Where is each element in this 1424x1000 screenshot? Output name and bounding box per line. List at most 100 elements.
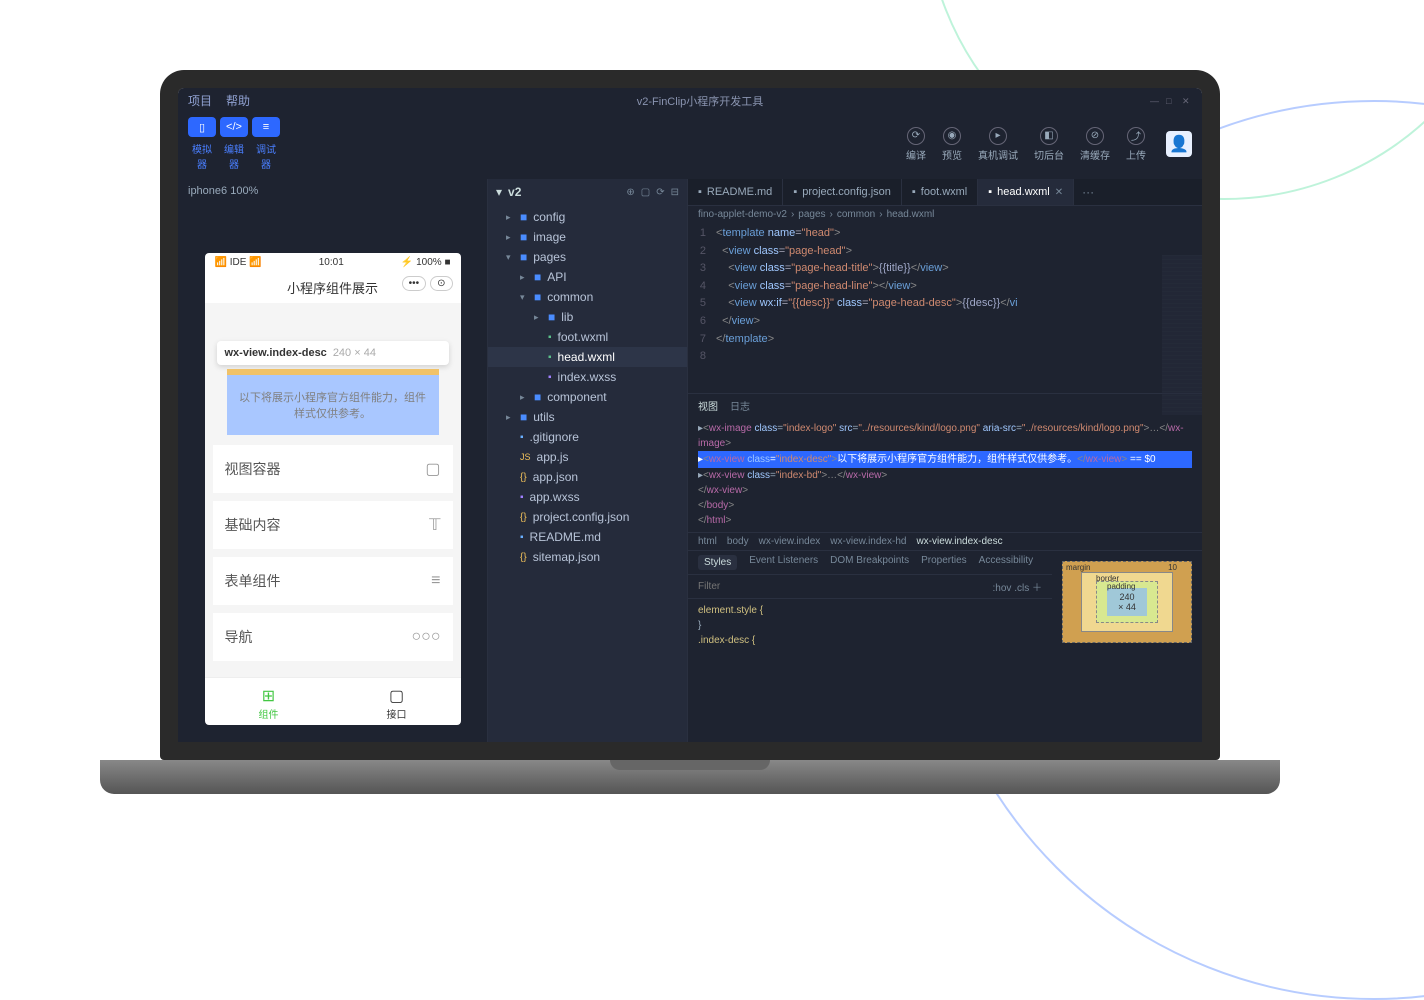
dom-crumb-item[interactable]: wx-view.index: [759, 536, 821, 547]
new-file-icon[interactable]: ⊕: [626, 187, 634, 198]
tree-item[interactable]: ▸■utils: [488, 407, 687, 427]
tree-item[interactable]: ▸■API: [488, 267, 687, 287]
editor-tab[interactable]: ▪README.md: [688, 179, 783, 205]
style-tab[interactable]: Properties: [921, 555, 967, 570]
tabs-more[interactable]: ···: [1074, 179, 1102, 205]
dom-node[interactable]: ▸<wx-image class="index-logo" src="../re…: [698, 421, 1192, 451]
dom-inspector[interactable]: ▸<wx-image class="index-logo" src="../re…: [688, 417, 1202, 532]
file-json-icon: {}: [520, 552, 527, 563]
dom-node-selected[interactable]: ▸<wx-view class="index-desc">以下将展示小程序官方组…: [698, 451, 1192, 468]
code-editor[interactable]: 1<template name="head">2 <view class="pa…: [688, 223, 1202, 368]
menu-project[interactable]: 项目: [188, 92, 212, 109]
avatar[interactable]: 👤: [1166, 131, 1192, 157]
code-line[interactable]: 6 </view>: [688, 313, 1202, 331]
new-folder-icon[interactable]: ▢: [641, 187, 650, 198]
tree-item[interactable]: ▾■pages: [488, 247, 687, 267]
tab-component[interactable]: ⊞组件: [205, 678, 333, 725]
filter-input[interactable]: [698, 579, 993, 594]
tree-item[interactable]: ▪app.wxss: [488, 487, 687, 507]
dom-crumb-item[interactable]: wx-view.index-hd: [830, 536, 906, 547]
selected-element[interactable]: 以下将展示小程序官方组件能力，组件样式仅供参考。: [227, 369, 439, 435]
tool-background[interactable]: ◧切后台: [1030, 127, 1068, 162]
css-rules[interactable]: element.style {}.index-desc {</span></di…: [688, 599, 1052, 652]
tree-item[interactable]: ▪.gitignore: [488, 427, 687, 447]
editor-tab[interactable]: ▪project.config.json: [783, 179, 902, 205]
dom-crumb-item[interactable]: wx-view.index-desc: [916, 536, 1002, 547]
dom-node[interactable]: </body>: [698, 498, 1192, 513]
close-capsule[interactable]: ⊙: [430, 276, 452, 291]
editor-tab[interactable]: ▪foot.wxml: [902, 179, 978, 205]
tool-preview[interactable]: ◉预览: [938, 127, 966, 162]
file-md-icon: ▪: [520, 432, 524, 443]
devtools-tab-log[interactable]: 日志: [730, 398, 750, 413]
dom-node[interactable]: </wx-view>: [698, 483, 1192, 498]
menu-item[interactable]: 导航○○○: [213, 613, 453, 661]
editor-tab[interactable]: ▪head.wxml✕: [978, 179, 1074, 205]
code-line[interactable]: 8: [688, 348, 1202, 366]
mode-simulator-button[interactable]: ▯: [188, 117, 216, 137]
tool-upload[interactable]: ⤴上传: [1122, 127, 1150, 162]
tree-item[interactable]: JSapp.js: [488, 447, 687, 467]
tree-item[interactable]: ▪head.wxml: [488, 347, 687, 367]
clear-icon: ⊘: [1086, 127, 1104, 145]
breadcrumb-item[interactable]: head.wxml: [887, 209, 935, 220]
menu-item[interactable]: 视图容器▢: [213, 445, 453, 493]
code-line[interactable]: 1<template name="head">: [688, 225, 1202, 243]
minimize-icon[interactable]: —: [1150, 96, 1160, 106]
tool-remote[interactable]: ▸真机调试: [974, 127, 1022, 162]
maximize-icon[interactable]: □: [1166, 96, 1176, 106]
filter-actions[interactable]: :hov .cls ＋: [993, 579, 1042, 594]
tab-api[interactable]: ▢接口: [333, 678, 461, 725]
dom-node[interactable]: </html>: [698, 513, 1192, 528]
tool-clear[interactable]: ⊘清缓存: [1076, 127, 1114, 162]
tree-item[interactable]: ▾■common: [488, 287, 687, 307]
minimap[interactable]: [1162, 255, 1202, 415]
code-line[interactable]: 2 <view class="page-head">: [688, 243, 1202, 261]
file-wxss-icon: ▪: [548, 372, 552, 383]
style-tab[interactable]: Event Listeners: [749, 555, 818, 570]
collapse-all-icon[interactable]: ⊟: [671, 187, 679, 198]
code-line[interactable]: 3 <view class="page-head-title">{{title}…: [688, 260, 1202, 278]
simulator-pane: iphone6 100% 📶 IDE 📶 10:01 ⚡ 100% ■ 小程序组…: [178, 179, 488, 742]
css-selector[interactable]: .index-desc {</span></div><div data-name…: [698, 633, 1042, 648]
close-icon[interactable]: ✕: [1182, 96, 1192, 106]
code-line[interactable]: 7</template>: [688, 331, 1202, 349]
tree-item[interactable]: {}app.json: [488, 467, 687, 487]
dom-crumb-item[interactable]: html: [698, 536, 717, 547]
tree-item[interactable]: ▪index.wxss: [488, 367, 687, 387]
menu-help[interactable]: 帮助: [226, 92, 250, 109]
devtools-tab-view[interactable]: 视图: [698, 398, 718, 413]
mode-debugger-button[interactable]: ≡: [252, 117, 280, 137]
breadcrumb-item[interactable]: pages: [798, 209, 825, 220]
breadcrumb-item[interactable]: fino-applet-demo-v2: [698, 209, 787, 220]
dom-crumb-item[interactable]: body: [727, 536, 749, 547]
tool-compile[interactable]: ⟳编译: [902, 127, 930, 162]
tree-item[interactable]: {}sitemap.json: [488, 547, 687, 567]
tree-item[interactable]: ▸■component: [488, 387, 687, 407]
simulator-device[interactable]: iphone6 100%: [178, 179, 487, 203]
tree-item[interactable]: ▸■lib: [488, 307, 687, 327]
breadcrumb-item[interactable]: common: [837, 209, 875, 220]
tree-item[interactable]: ▪README.md: [488, 527, 687, 547]
folder-icon: ■: [520, 230, 527, 244]
tree-item[interactable]: ▸■config: [488, 207, 687, 227]
tree-item[interactable]: ▸■image: [488, 227, 687, 247]
tree-item[interactable]: {}project.config.json: [488, 507, 687, 527]
tree-collapse-icon[interactable]: ▾: [496, 185, 502, 199]
style-tab[interactable]: DOM Breakpoints: [830, 555, 909, 570]
css-selector[interactable]: element.style {: [698, 603, 1042, 618]
more-icon[interactable]: •••: [402, 276, 427, 291]
style-tab[interactable]: Accessibility: [979, 555, 1033, 570]
project-root[interactable]: v2: [508, 185, 521, 199]
tree-item[interactable]: ▪foot.wxml: [488, 327, 687, 347]
mode-editor-button[interactable]: </>: [220, 117, 248, 137]
code-line[interactable]: 5 <view wx:if="{{desc}}" class="page-hea…: [688, 295, 1202, 313]
menu-item-icon: ≡: [431, 572, 440, 590]
code-line[interactable]: 4 <view class="page-head-line"></view>: [688, 278, 1202, 296]
close-tab-icon[interactable]: ✕: [1055, 187, 1063, 198]
dom-node[interactable]: ▸<wx-view class="index-bd">…</wx-view>: [698, 468, 1192, 483]
refresh-icon[interactable]: ⟳: [656, 187, 664, 198]
menu-item[interactable]: 表单组件≡: [213, 557, 453, 605]
style-tab[interactable]: Styles: [698, 555, 737, 570]
menu-item[interactable]: 基础内容𝕋: [213, 501, 453, 549]
